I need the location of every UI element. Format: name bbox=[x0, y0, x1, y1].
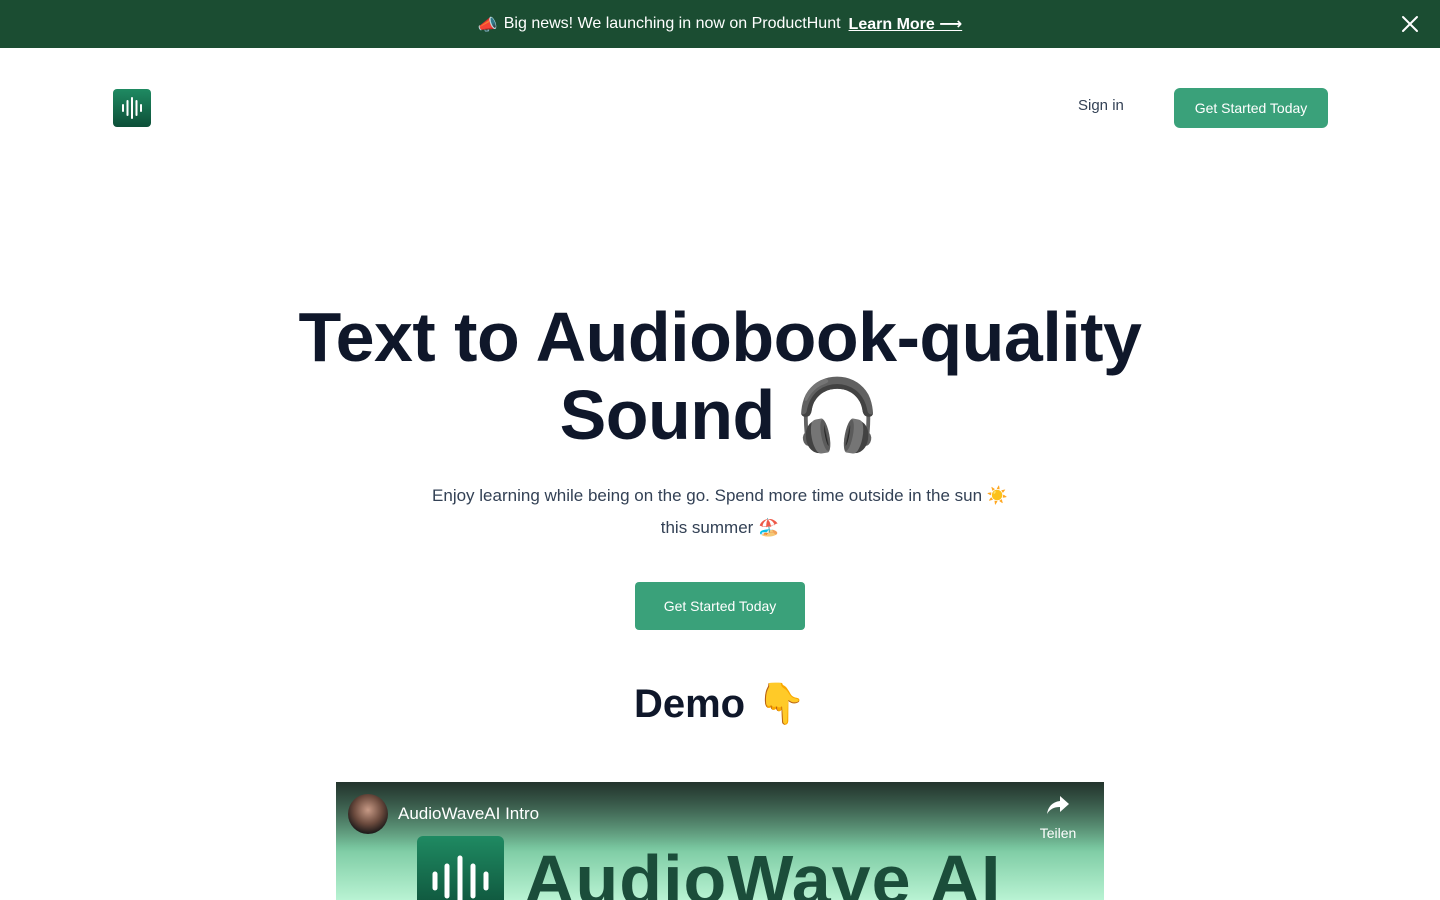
soundwave-icon bbox=[122, 97, 142, 119]
share-button[interactable]: Teilen bbox=[1036, 794, 1080, 841]
subtitle-line2: this summer bbox=[660, 518, 754, 537]
get-started-hero-button[interactable]: Get Started Today bbox=[635, 582, 805, 630]
share-label: Teilen bbox=[1039, 825, 1077, 841]
hero-subtitle: Enjoy learning while being on the go. Sp… bbox=[400, 480, 1040, 544]
beach-icon: 🏖️ bbox=[758, 518, 780, 538]
soundwave-icon bbox=[432, 855, 489, 900]
hero-title: Text to Audiobook-quality Sound 🎧 bbox=[0, 298, 1440, 454]
pointing-down-icon: 👇 bbox=[756, 681, 807, 727]
logo[interactable] bbox=[113, 89, 151, 127]
demo-video-player[interactable]: AudioWaveAI Intro Teilen AudioWave AI bbox=[336, 782, 1104, 900]
hero-title-line1: Text to Audiobook-quality bbox=[298, 298, 1142, 376]
demo-heading-text: Demo bbox=[633, 682, 746, 726]
close-icon[interactable] bbox=[1398, 12, 1422, 36]
headphones-icon: 🎧 bbox=[793, 374, 881, 456]
sign-in-link[interactable]: Sign in bbox=[1078, 97, 1124, 114]
sun-icon: ☀️ bbox=[986, 486, 1008, 506]
demo-heading: Demo 👇 bbox=[0, 680, 1440, 727]
video-title[interactable]: AudioWaveAI Intro bbox=[398, 804, 539, 824]
learn-more-link[interactable]: Learn More ⟶ bbox=[849, 14, 963, 34]
video-brand-text: AudioWave AI bbox=[524, 841, 1002, 900]
announcement-banner: 📣 Big news! We launching in now on Produ… bbox=[0, 0, 1440, 48]
hero-title-line2: Sound bbox=[559, 376, 776, 454]
channel-avatar[interactable] bbox=[348, 794, 388, 834]
video-logo bbox=[417, 836, 504, 900]
subtitle-line1: Enjoy learning while being on the go. Sp… bbox=[432, 486, 983, 505]
get-started-header-button[interactable]: Get Started Today bbox=[1174, 88, 1328, 128]
share-icon bbox=[1047, 796, 1069, 814]
megaphone-icon: 📣 bbox=[477, 14, 498, 34]
banner-message: Big news! We launching in now on Product… bbox=[503, 15, 841, 32]
